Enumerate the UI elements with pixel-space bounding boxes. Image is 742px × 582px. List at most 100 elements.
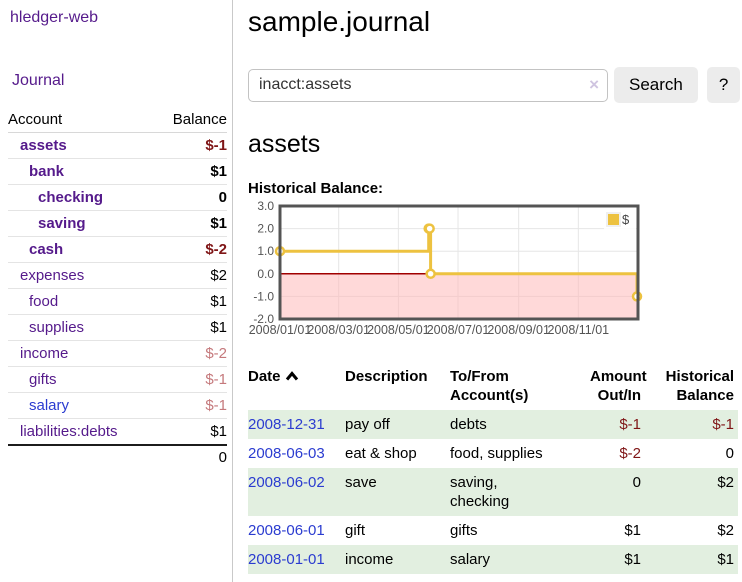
account-row: salary $-1: [8, 393, 227, 419]
account-link[interactable]: income: [20, 345, 68, 362]
account-link[interactable]: saving: [38, 215, 86, 232]
account-row: expenses $2: [8, 263, 227, 289]
transaction-accounts: food, supplies: [450, 439, 590, 468]
account-row: income $-2: [8, 341, 227, 367]
app-title[interactable]: hledger-web: [10, 9, 232, 27]
account-balance: $-2: [148, 341, 227, 367]
transaction-row[interactable]: 2008-12-31 pay off debts $-1 $-1: [248, 410, 738, 439]
transaction-row[interactable]: 2008-06-02 save saving, checking 0 $2: [248, 468, 738, 516]
col-amount: Amount Out/In: [590, 362, 663, 410]
account-row: cash $-2: [8, 237, 227, 263]
transaction-description: gift: [345, 516, 450, 545]
svg-text:2008/11/01: 2008/11/01: [548, 323, 610, 337]
transaction-row[interactable]: 2008-01-01 income salary $1 $1: [248, 545, 738, 574]
historical-balance-chart: $3.02.01.00.0-1.0-2.02008/01/012008/03/0…: [248, 200, 652, 342]
accounts-total-value: 0: [148, 445, 227, 469]
account-link[interactable]: checking: [38, 189, 103, 206]
svg-text:2008/07/01: 2008/07/01: [427, 323, 490, 337]
transaction-date-link[interactable]: 2008-06-01: [248, 522, 325, 539]
transaction-row[interactable]: 2008-06-01 gift gifts $1 $2: [248, 516, 738, 545]
transaction-amount: $-2: [590, 439, 663, 468]
accounts-table: Account Balance assets $-1 bank $1 check…: [8, 107, 227, 469]
svg-text:2008/01/01: 2008/01/01: [249, 323, 312, 337]
account-link[interactable]: cash: [29, 241, 63, 258]
transaction-amount: $-1: [590, 410, 663, 439]
account-link[interactable]: bank: [29, 163, 64, 180]
account-balance: $1: [148, 289, 227, 315]
account-row: liabilities:debts $1: [8, 419, 227, 446]
svg-text:2008/05/01: 2008/05/01: [367, 323, 430, 337]
transaction-balance: 0: [663, 439, 738, 468]
svg-text:3.0: 3.0: [257, 200, 274, 213]
search-button[interactable]: Search: [614, 67, 698, 103]
legend-label: $: [622, 212, 630, 227]
search-form: × Search ?: [248, 67, 742, 103]
accounts-col-balance: Balance: [148, 107, 227, 133]
transaction-date-link[interactable]: 2008-06-03: [248, 445, 325, 462]
account-row: supplies $1: [8, 315, 227, 341]
col-balance: Historical Balance: [663, 362, 738, 410]
account-row: gifts $-1: [8, 367, 227, 393]
account-balance: $1: [148, 315, 227, 341]
transactions-header-row: Date Description To/From Account(s) Amou…: [248, 362, 738, 410]
account-balance: $-1: [148, 133, 227, 159]
account-link[interactable]: gifts: [29, 371, 57, 388]
account-link[interactable]: expenses: [20, 267, 84, 284]
transaction-accounts: salary: [450, 545, 590, 574]
col-accounts: To/From Account(s): [450, 362, 590, 410]
transaction-description: pay off: [345, 410, 450, 439]
svg-text:2008/03/01: 2008/03/01: [307, 323, 370, 337]
chart-heading: Historical Balance:: [248, 180, 742, 197]
search-input[interactable]: [248, 69, 608, 102]
transaction-accounts: debts: [450, 410, 590, 439]
transaction-balance: $1: [663, 545, 738, 574]
account-heading: assets: [248, 130, 742, 159]
account-balance: $-2: [148, 237, 227, 263]
legend-swatch: [607, 213, 620, 226]
clear-search-icon[interactable]: ×: [589, 75, 599, 95]
account-row: bank $1: [8, 159, 227, 185]
svg-text:0.0: 0.0: [257, 267, 274, 281]
account-balance: $1: [148, 159, 227, 185]
transaction-description: income: [345, 545, 450, 574]
accounts-col-account: Account: [8, 107, 148, 133]
main-content: sample.journal × Search ? assets Histori…: [248, 0, 742, 574]
account-balance: $-1: [148, 367, 227, 393]
svg-text:1.0: 1.0: [257, 244, 274, 258]
account-link[interactable]: supplies: [29, 319, 84, 336]
account-row: food $1: [8, 289, 227, 315]
transaction-date-link[interactable]: 2008-12-31: [248, 416, 325, 433]
accounts-total-row: 0: [8, 445, 227, 469]
sort-ascending-icon: [285, 371, 299, 381]
transaction-balance: $2: [663, 516, 738, 545]
transactions-table: Date Description To/From Account(s) Amou…: [248, 362, 738, 574]
transaction-balance: $2: [663, 468, 738, 516]
account-link[interactable]: assets: [20, 137, 67, 154]
account-link[interactable]: salary: [29, 397, 69, 414]
transaction-amount: 0: [590, 468, 663, 516]
nav-journal-link[interactable]: Journal: [12, 72, 232, 90]
help-button[interactable]: ?: [707, 67, 740, 103]
account-balance: $1: [148, 211, 227, 237]
col-description: Description: [345, 362, 450, 410]
transaction-accounts: saving, checking: [450, 468, 590, 516]
transaction-description: eat & shop: [345, 439, 450, 468]
account-row: saving $1: [8, 211, 227, 237]
transaction-accounts: gifts: [450, 516, 590, 545]
page-title: sample.journal: [248, 6, 742, 38]
svg-text:-1.0: -1.0: [253, 289, 274, 303]
account-balance: 0: [148, 185, 227, 211]
account-balance: $-1: [148, 393, 227, 419]
transaction-row[interactable]: 2008-06-03 eat & shop food, supplies $-2…: [248, 439, 738, 468]
transaction-amount: $1: [590, 545, 663, 574]
account-balance: $2: [148, 263, 227, 289]
account-row: checking 0: [8, 185, 227, 211]
col-date[interactable]: Date: [248, 362, 345, 410]
account-link[interactable]: liabilities:debts: [20, 423, 118, 440]
transaction-description: save: [345, 468, 450, 516]
transaction-balance: $-1: [663, 410, 738, 439]
transaction-date-link[interactable]: 2008-06-02: [248, 474, 325, 491]
account-link[interactable]: food: [29, 293, 58, 310]
transaction-date-link[interactable]: 2008-01-01: [248, 551, 325, 568]
account-row: assets $-1: [8, 133, 227, 159]
